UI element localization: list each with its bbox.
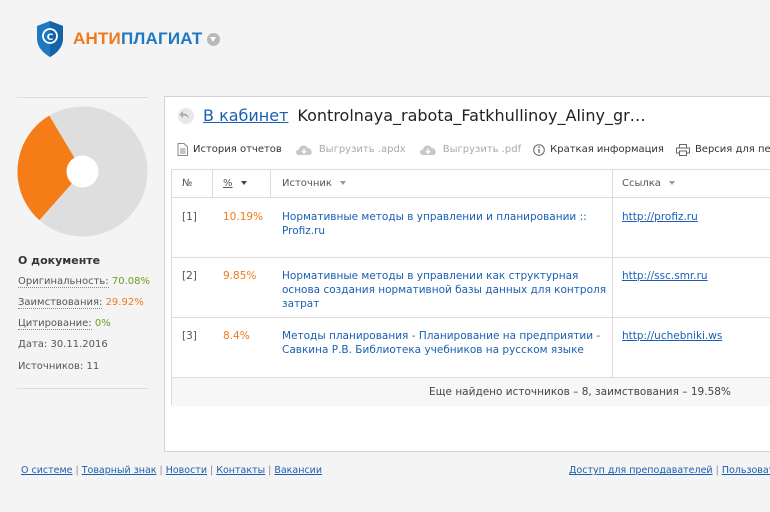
pie-center-hole xyxy=(66,155,99,188)
row-num: [1] xyxy=(182,211,197,223)
date-value: 30.11.2016 xyxy=(50,339,108,350)
column-num-label: № xyxy=(182,178,193,189)
row-num: [3] xyxy=(182,330,197,342)
footer-separator: | xyxy=(268,465,272,476)
brand-part-2: ПЛАГИАТ xyxy=(120,29,203,48)
footer-link-users[interactable]: Пользоват xyxy=(722,465,770,476)
back-to-cabinet-link[interactable]: В кабинет xyxy=(203,106,288,125)
row-link[interactable]: http://ssc.smr.ru xyxy=(622,269,708,283)
report-panel: В кабинет Kontrolnaya_rabota_Fatkhullino… xyxy=(164,96,770,452)
svg-text:C: C xyxy=(47,33,54,43)
borrowing-label: Заимствования: xyxy=(18,297,103,309)
print-version-label: Версия для печа xyxy=(694,144,770,155)
column-link-label: Ссылка xyxy=(622,178,661,189)
table-row[interactable]: [1] 10.19% Нормативные методы в управлен… xyxy=(172,198,770,258)
logo[interactable]: C АНТИПЛАГИАТ xyxy=(35,20,221,58)
row-percent: 8.4% xyxy=(223,330,250,342)
history-button[interactable]: История отчетов xyxy=(177,143,282,156)
originality-pie-chart xyxy=(17,106,148,237)
originality-value: 70.08% xyxy=(111,276,150,287)
sidebar-divider xyxy=(17,388,148,389)
cloud-download-icon xyxy=(295,145,312,155)
sort-desc-icon xyxy=(240,181,247,185)
shield-logo-icon: C xyxy=(37,21,63,57)
column-divider xyxy=(212,170,213,198)
row-num: [2] xyxy=(182,270,197,282)
toolbar: История отчетов Выгрузить .apdx Выгрузит… xyxy=(177,143,770,156)
footer-nav: О системе | Товарный знак | Новости | Контакты… xyxy=(21,465,322,476)
info-icon xyxy=(533,143,545,156)
export-pdf-button[interactable]: Выгрузить .pdf xyxy=(418,143,521,156)
column-header-pct[interactable]: % xyxy=(223,170,247,198)
back-arrow-icon[interactable] xyxy=(177,107,195,125)
citation-label: Цитирование: xyxy=(18,318,92,330)
footer-separator: | xyxy=(715,465,719,476)
export-pdf-label: Выгрузить .pdf xyxy=(442,144,522,155)
citation-value: 0% xyxy=(94,318,111,329)
footer-link-news[interactable]: Новости xyxy=(166,465,207,476)
history-label: История отчетов xyxy=(193,144,282,155)
sources-table: № % Источник Ссылка [1] 10.19% Нормативн… xyxy=(171,169,770,406)
row-percent: 10.19% xyxy=(223,211,264,223)
brief-info-button[interactable]: Краткая информация xyxy=(533,143,664,156)
column-source-label: Источник xyxy=(282,178,332,189)
footer-link-contacts[interactable]: Контакты xyxy=(216,465,265,476)
date-label: Дата: xyxy=(18,339,48,350)
export-apdx-label: Выгрузить .apdx xyxy=(318,144,406,155)
sources-stat: Источников: 11 xyxy=(18,361,99,372)
document-icon xyxy=(177,143,188,156)
brief-info-label: Краткая информация xyxy=(550,144,664,155)
footer-link-trademark[interactable]: Товарный знак xyxy=(82,465,157,476)
originality-label: Оригинальность: xyxy=(18,276,109,288)
table-row[interactable]: [2] 9.85% Нормативные методы в управлени… xyxy=(172,258,770,318)
export-apdx-button[interactable]: Выгрузить .apdx xyxy=(294,143,406,156)
row-source[interactable]: Нормативные методы в управлении и планир… xyxy=(282,210,612,238)
footer-separator: | xyxy=(210,465,214,476)
footer-link-teachers[interactable]: Доступ для преподавателей xyxy=(569,465,713,476)
footer-nav-right: Доступ для преподавателей | Пользоват xyxy=(569,465,770,476)
citation-stat: Цитирование: 0% xyxy=(18,318,111,330)
printer-icon xyxy=(675,143,690,156)
table-header: № % Источник Ссылка xyxy=(172,170,770,198)
column-divider xyxy=(270,170,271,198)
footer-separator: | xyxy=(75,465,79,476)
brand-part-1: АНТИ xyxy=(73,29,121,48)
row-percent: 9.85% xyxy=(223,270,257,282)
sort-caret-icon xyxy=(668,181,675,185)
table-summary: Еще найдено источников – 8, заимствовани… xyxy=(172,378,770,406)
sources-value: 11 xyxy=(86,361,100,372)
report-file-name: Kontrolnaya_rabota_Fatkhullinoy_Aliny_gr… xyxy=(297,106,646,125)
print-version-button[interactable]: Версия для печа xyxy=(675,143,770,156)
originality-stat: Оригинальность: 70.08% xyxy=(18,276,150,288)
column-header-num: № xyxy=(182,170,192,198)
summary-text: Еще найдено источников – 8, заимствовани… xyxy=(429,386,731,398)
sort-caret-icon xyxy=(339,181,346,185)
sources-label: Источников: xyxy=(18,361,84,372)
borrowing-value: 29.92% xyxy=(105,297,144,308)
report-header: В кабинет Kontrolnaya_rabota_Fatkhullino… xyxy=(177,106,646,125)
row-source[interactable]: Методы планирования - Планирование на пр… xyxy=(282,329,612,357)
borrowing-stat: Заимствования: 29.92% xyxy=(18,297,144,309)
footer-link-vacancies[interactable]: Вакансии xyxy=(274,465,322,476)
sidebar: О документе Оригинальность: 70.08% Заимс… xyxy=(17,97,150,400)
chevron-down-icon[interactable] xyxy=(207,32,221,46)
row-link[interactable]: http://profiz.ru xyxy=(622,210,698,224)
row-link[interactable]: http://uchebniki.ws xyxy=(622,329,722,343)
column-pct-label: % xyxy=(223,178,233,189)
column-header-link[interactable]: Ссылка xyxy=(622,170,675,198)
date-stat: Дата: 30.11.2016 xyxy=(18,339,108,350)
cloud-download-icon xyxy=(419,145,436,155)
brand-name: АНТИПЛАГИАТ xyxy=(73,29,202,49)
table-row[interactable]: [3] 8.4% Методы планирования - Планирова… xyxy=(172,318,770,378)
row-source[interactable]: Нормативные методы в управлении как стру… xyxy=(282,269,612,311)
footer-separator: | xyxy=(159,465,163,476)
column-header-source[interactable]: Источник xyxy=(282,170,346,198)
footer-link-about[interactable]: О системе xyxy=(21,465,73,476)
document-heading: О документе xyxy=(18,254,101,267)
